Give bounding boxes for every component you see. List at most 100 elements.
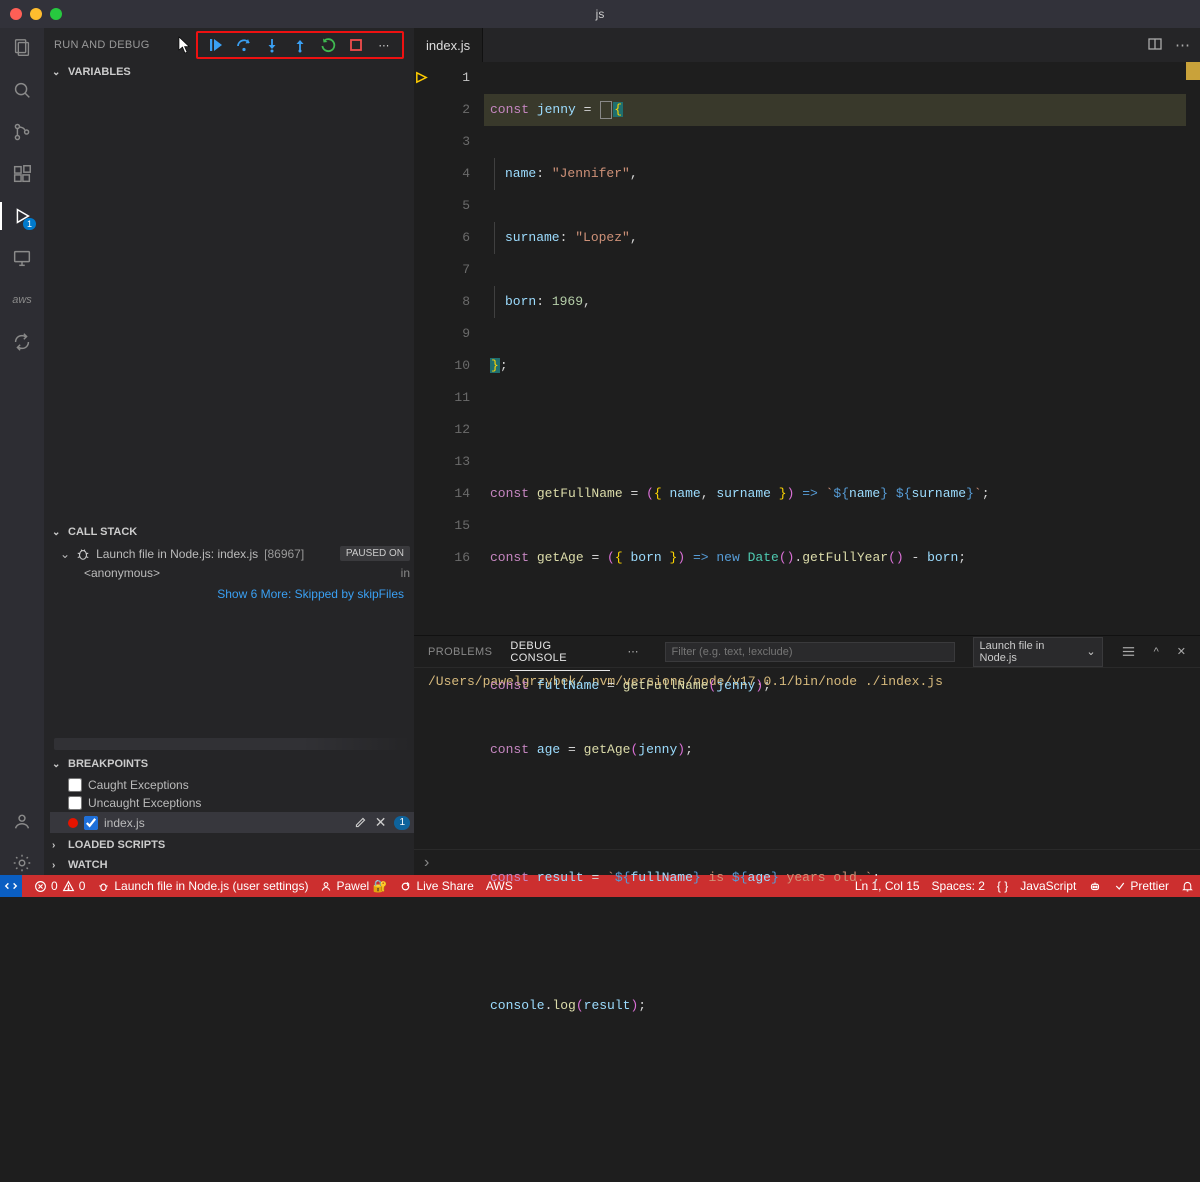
code-token: surname [505,230,560,245]
variables-section-header[interactable]: ⌄ VARIABLES [44,62,414,82]
window-title: js [596,7,605,21]
debug-toolbar: ⋯ [196,31,404,59]
breakpoints-section-header[interactable]: ⌄ BREAKPOINTS [44,754,414,774]
breakpoint-gutter[interactable] [414,62,438,635]
window-controls [10,8,62,20]
code-token: name [505,166,536,181]
accounts-icon[interactable] [10,809,34,833]
maximize-window-icon[interactable] [50,8,62,20]
minimize-window-icon[interactable] [30,8,42,20]
breakpoint-uncaught-exceptions[interactable]: Uncaught Exceptions [50,794,414,812]
breakpoint-label: Caught Exceptions [88,778,189,792]
edit-breakpoint-icon[interactable] [354,816,367,829]
callstack-more-link[interactable]: Show 6 More: Skipped by skipFiles [217,587,404,601]
launch-config-status[interactable]: Launch file in Node.js (user settings) [97,879,308,893]
breakpoint-count-badge: 1 [394,816,410,830]
code-token: const [490,102,529,117]
callstack-session-row[interactable]: ⌄ Launch file in Node.js: index.js [8696… [50,544,414,563]
chevron-right-icon: › [424,854,429,872]
breakpoint-file-indexjs[interactable]: index.js ✕ 1 [50,812,414,833]
warning-count: 0 [79,879,86,893]
explorer-icon[interactable] [10,36,34,60]
callstack-label: CALL STACK [68,526,137,538]
aws-icon[interactable]: aws [10,288,34,312]
editor-area: index.js ⋯ 12345678910111213141516 const… [414,28,1200,875]
breakpoints-body: Caught Exceptions Uncaught Exceptions in… [44,774,414,835]
code-content[interactable]: const jenny = { name: "Jennifer", surnam… [484,62,1200,635]
titlebar: js [0,0,1200,28]
code-token: born [505,294,536,309]
debug-more-icon[interactable]: ⋯ [376,37,392,53]
editor-more-icon[interactable]: ⋯ [1175,36,1190,54]
code-token: = [576,102,599,117]
step-out-button[interactable] [292,37,308,53]
code-token: 1969 [552,294,583,309]
breakpoint-checkbox[interactable] [84,816,98,830]
minimap[interactable] [1186,62,1200,635]
callstack-frame-loc: in [401,566,410,580]
watch-label: WATCH [68,859,108,871]
tab-label: index.js [426,38,470,53]
tab-indexjs[interactable]: index.js [414,28,483,62]
problems-status[interactable]: 0 0 [34,879,85,893]
breakpoint-checkbox[interactable] [68,778,82,792]
debug-cursor-icon [600,101,612,119]
cursor-pointer-icon [178,36,192,54]
debug-session-icon [76,547,90,561]
run-debug-icon[interactable]: 1 [10,204,34,228]
code-editor[interactable]: 12345678910111213141516 const jenny = { … [414,62,1200,635]
search-icon[interactable] [10,78,34,102]
breakpoint-label: Uncaught Exceptions [88,796,201,810]
editor-tabs: index.js ⋯ [414,28,1200,62]
chevron-down-icon: ⌄ [60,547,70,561]
account-text: Pawel 🔐 [336,879,387,893]
source-control-icon[interactable] [10,120,34,144]
callstack-frame[interactable]: <anonymous> in [50,563,414,583]
callstack-show-more[interactable]: Show 6 More: Skipped by skipFiles [50,583,414,605]
step-over-button[interactable] [236,37,252,53]
breakpoint-dot-icon [68,818,78,828]
chevron-down-icon: ⌄ [52,67,64,78]
code-token: "Lopez" [575,230,630,245]
liveshare-status[interactable]: Live Share [399,879,473,893]
breakpoints-label: BREAKPOINTS [68,758,148,770]
share-icon[interactable] [10,330,34,354]
sidebar-run-debug: RUN AND DEBUG ⋯ ⌄ VARIABLES ⌄ CALL STACK [44,28,414,875]
error-count: 0 [51,879,58,893]
split-editor-icon[interactable] [1147,36,1163,54]
tab-problems[interactable]: PROBLEMS [428,646,492,658]
remote-explorer-icon[interactable] [10,246,34,270]
callstack-session-name: Launch file in Node.js: index.js [96,547,258,561]
watch-section-header[interactable]: › WATCH [44,855,414,875]
breakpoint-caught-exceptions[interactable]: Caught Exceptions [50,776,414,794]
continue-button[interactable] [208,37,224,53]
minimap-highlight [1186,62,1200,80]
account-status[interactable]: Pawel 🔐 [320,879,387,893]
settings-gear-icon[interactable] [10,851,34,875]
callstack-body: ⌄ Launch file in Node.js: index.js [8696… [44,542,414,611]
loaded-scripts-section-header[interactable]: › LOADED SCRIPTS [44,835,414,855]
launch-config-text: Launch file in Node.js (user settings) [114,879,308,893]
breakpoint-label: index.js [104,816,145,830]
callstack-pid: [86967] [264,547,304,561]
breakpoint-checkbox[interactable] [68,796,82,810]
extensions-icon[interactable] [10,162,34,186]
chevron-down-icon: ⌄ [52,759,64,770]
debug-badge: 1 [23,218,36,230]
sidebar-scrollbar[interactable] [54,738,410,750]
step-into-button[interactable] [264,37,280,53]
chevron-right-icon: › [52,840,64,851]
callstack-frame-name: <anonymous> [84,566,160,580]
active-breakpoint-icon[interactable] [414,70,438,102]
liveshare-text: Live Share [416,879,473,893]
activity-bar: 1 aws [0,28,44,875]
line-number-gutter: 12345678910111213141516 [438,62,484,635]
remove-breakpoint-icon[interactable]: ✕ [375,814,387,831]
restart-button[interactable] [320,37,336,53]
remote-button[interactable] [0,875,22,897]
loaded-scripts-label: LOADED SCRIPTS [68,839,165,851]
callstack-section-header[interactable]: ⌄ CALL STACK [44,522,414,542]
stop-button[interactable] [348,37,364,53]
close-window-icon[interactable] [10,8,22,20]
sidebar-title: RUN AND DEBUG [54,39,150,51]
